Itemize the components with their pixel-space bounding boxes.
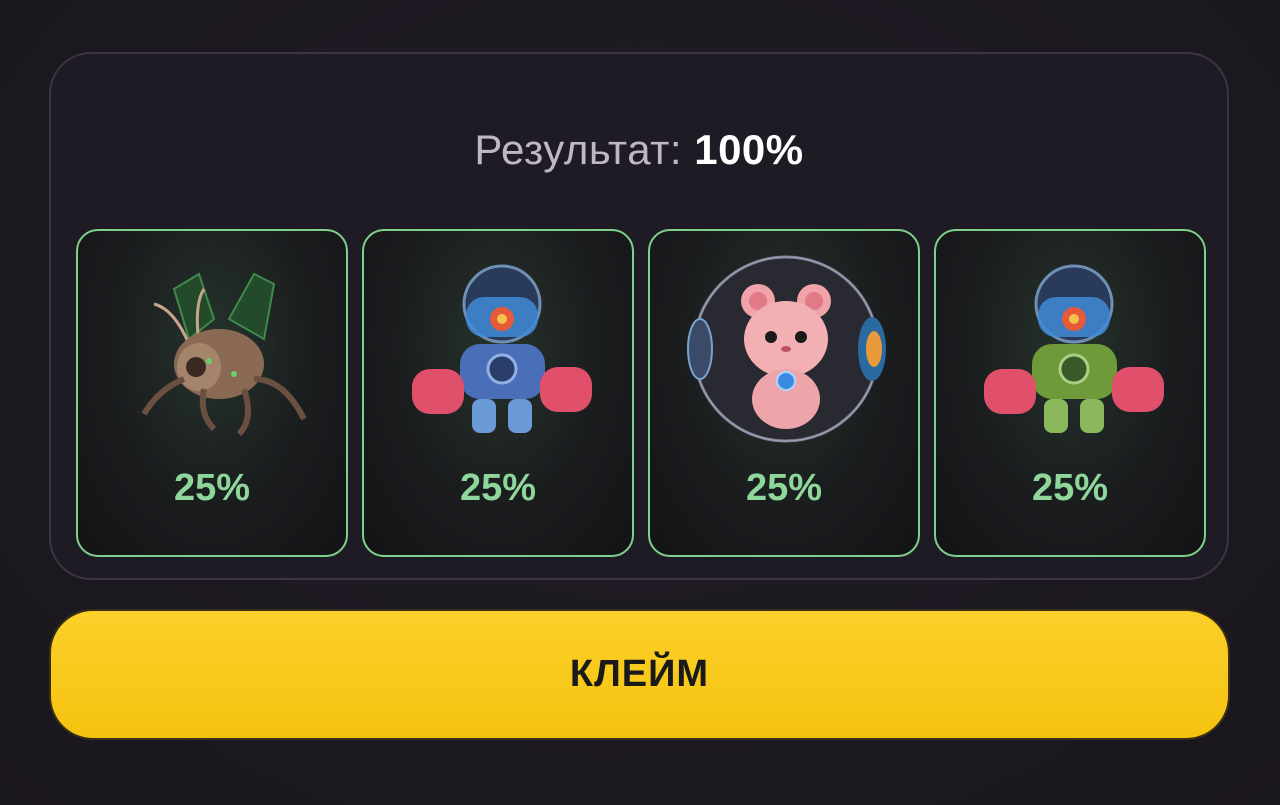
blue-mech-robot-image (412, 264, 592, 433)
hamster-ball-image (687, 255, 886, 443)
card-percent: 25% (1031, 467, 1109, 509)
green-mech-robot-image (984, 264, 1164, 433)
result-heading: Результат: 100% (51, 126, 1227, 174)
card-percent: 25% (173, 467, 251, 509)
result-value: 100% (694, 126, 804, 173)
result-label: Результат: (474, 126, 683, 173)
page: Результат: 100% 25% 25% 25% 25% КЛЕЙМ (0, 0, 1280, 805)
claim-button[interactable]: КЛЕЙМ (49, 609, 1230, 740)
card-percent: 25% (459, 467, 537, 509)
claim-button-label: КЛЕЙМ (569, 653, 710, 695)
reward-cards: 25% 25% 25% 25% (76, 229, 1206, 557)
reward-card-hamster-ball: 25% (648, 229, 920, 557)
card-percent: 25% (745, 467, 823, 509)
result-panel: Результат: 100% 25% 25% 25% 25% (49, 52, 1229, 580)
reward-card-insect-robot: 25% (76, 229, 348, 557)
insect-robot-image (141, 272, 307, 437)
reward-card-green-mech-robot: 25% (934, 229, 1206, 557)
reward-card-blue-mech-robot: 25% (362, 229, 634, 557)
